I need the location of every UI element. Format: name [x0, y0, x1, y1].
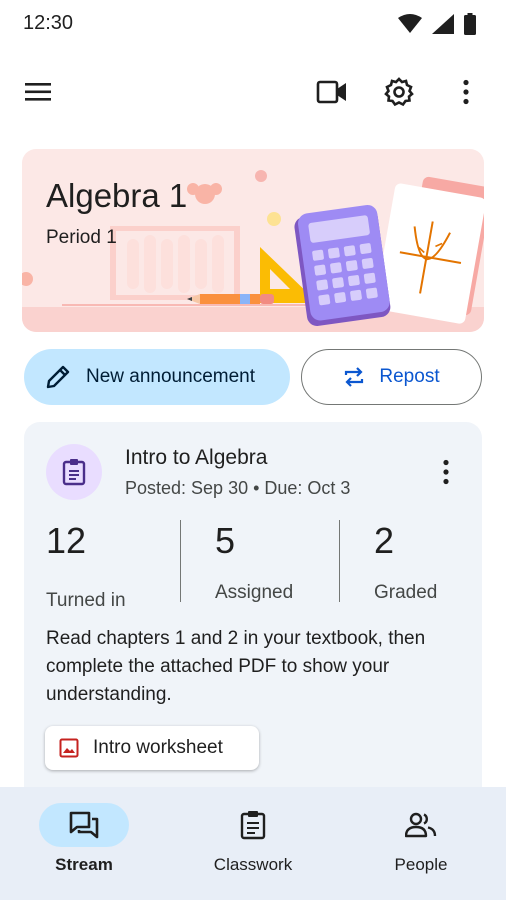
- image-file-icon: [59, 738, 79, 758]
- stat-label: Turned in: [46, 590, 126, 611]
- app-bar: [0, 60, 506, 124]
- assignment-description: Read chapters 1 and 2 in your textbook, …: [46, 628, 426, 705]
- people-icon: [405, 812, 437, 838]
- stat-value: 12: [46, 520, 87, 561]
- repost-icon: [345, 367, 364, 387]
- signal-icon: [432, 14, 454, 34]
- nav-item-classwork[interactable]: Classwork: [178, 803, 328, 875]
- assignment-avatar: [46, 444, 102, 500]
- status-bar: 12:30: [0, 0, 506, 48]
- bottom-navigation: Stream Classwork People: [0, 787, 506, 900]
- stat-value: 2: [374, 520, 395, 561]
- assignment-meta: Posted: Sep 30 • Due: Oct 3: [125, 478, 351, 498]
- attachment-label: Intro worksheet: [93, 737, 223, 758]
- pencil-icon: [46, 365, 70, 389]
- new-announcement-button[interactable]: New announcement: [24, 349, 290, 405]
- stat-assigned[interactable]: 5 Assigned: [215, 520, 293, 603]
- nav-item-stream[interactable]: Stream: [9, 803, 159, 875]
- menu-icon[interactable]: [17, 70, 61, 114]
- nav-icon-container: [208, 803, 298, 847]
- repost-button[interactable]: Repost: [301, 349, 482, 405]
- stat-graded[interactable]: 2 Graded: [374, 520, 437, 603]
- status-time: 12:30: [23, 12, 74, 34]
- classwork-icon: [240, 811, 266, 840]
- video-call-icon[interactable]: [310, 70, 354, 114]
- battery-icon: [464, 13, 476, 35]
- stream-icon: [69, 811, 99, 839]
- nav-active-indicator: [39, 803, 129, 847]
- card-more-vert-icon[interactable]: [434, 458, 458, 486]
- nav-label-stream: Stream: [55, 855, 113, 874]
- assignment-icon: [62, 459, 86, 486]
- class-section: Period 1: [46, 227, 117, 248]
- nav-label-classwork: Classwork: [213, 855, 293, 874]
- class-banner[interactable]: Algebra 1 Period 1: [22, 149, 484, 332]
- stat-value: 5: [215, 520, 236, 561]
- assignment-card[interactable]: Intro to Algebra Posted: Sep 30 • Due: O…: [24, 422, 482, 842]
- nav-label-people: People: [394, 855, 448, 874]
- assignment-title: Intro to Algebra: [125, 446, 268, 469]
- stat-label: Assigned: [215, 582, 294, 603]
- nav-icon-container: [376, 803, 466, 847]
- wifi-icon: [398, 14, 422, 33]
- settings-gear-icon[interactable]: [377, 70, 421, 114]
- repost-label: Repost: [379, 366, 440, 387]
- stat-label: Graded: [374, 582, 438, 603]
- nav-item-people[interactable]: People: [346, 803, 496, 875]
- stat-divider: [339, 520, 340, 602]
- more-vert-icon[interactable]: [444, 70, 488, 114]
- status-icons: [398, 13, 476, 35]
- attachment-chip[interactable]: Intro worksheet: [45, 726, 259, 770]
- class-title: Algebra 1: [46, 177, 188, 214]
- new-announcement-label: New announcement: [86, 366, 255, 387]
- stat-turned-in[interactable]: 12 Turned in: [46, 520, 126, 611]
- stat-divider: [180, 520, 181, 602]
